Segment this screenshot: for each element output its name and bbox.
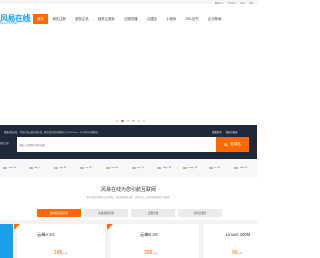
carousel-dot[interactable] <box>116 120 119 123</box>
price-suffix: .net <box>110 166 115 169</box>
price-item[interactable]: .cc 49 <box>208 166 232 170</box>
product-name: 云峰B 2G <box>140 232 158 237</box>
price-suffix: .shop <box>162 166 168 169</box>
domain-icon <box>182 166 187 170</box>
price-value: 49 <box>217 166 220 169</box>
tab-cloud-server[interactable]: 云服务器 <box>131 209 175 217</box>
price-suffix: .vip <box>59 166 63 169</box>
product-cards: 云峰A 1G 188元/年 云峰B 2G 288元/年 LinuxA 300M … <box>0 220 257 258</box>
domain-icon <box>208 166 213 170</box>
price-suffix: .cn <box>85 166 89 169</box>
carousel-dot[interactable] <box>126 120 130 123</box>
product-name: 云峰A 1G <box>37 232 55 237</box>
product-name: LinuxA 300M <box>226 232 251 237</box>
price-unit: 元/年 <box>237 252 244 255</box>
price-value: 29 <box>194 166 198 169</box>
price-item[interactable]: .xyz 12 <box>131 166 155 170</box>
price-value: 12 <box>141 166 144 169</box>
price-value: 29 <box>89 166 92 169</box>
domain-icon <box>234 166 239 170</box>
price-value: 9 <box>38 166 40 169</box>
nav-item-cloud-server[interactable]: 云服务器 <box>119 14 142 24</box>
product-card[interactable]: 云峰B 2G 288元/年 <box>107 224 199 258</box>
domain-search-box <box>17 137 216 152</box>
product-price: 288元/年 <box>144 250 158 256</box>
price-item[interactable]: .vip 35 <box>54 166 77 170</box>
search-side-links: 批量查询 域名价格表 <box>212 130 238 134</box>
product-price: 188元/年 <box>54 250 68 256</box>
carousel-dots <box>116 120 146 123</box>
hot-tag <box>107 224 113 230</box>
search-button-label: 查域名 <box>230 142 241 146</box>
nav-item-domain[interactable]: 域名注册 <box>48 14 71 24</box>
price-value: 55 <box>13 166 17 169</box>
price-item[interactable]: .wang 29 <box>182 166 206 170</box>
tab-no-filing-server[interactable]: 免备案服务器 <box>84 209 128 217</box>
domain-icon <box>80 166 85 170</box>
price-suffix: .cc <box>213 166 217 169</box>
domain-icon <box>54 166 59 170</box>
main-nav: 首页 域名注册 虚拟主机 独享云虚拟 云服务器 云建站 小程序 SSL证书 企业… <box>33 14 226 24</box>
domain-search-section: 风易在线公告： 风易在线云服务器升级，购买请咨询在线客服 (QQ:9503xxx… <box>0 125 257 159</box>
domain-icon <box>3 166 7 170</box>
logo-domain: FENGYIZX.NET <box>0 21 19 25</box>
price-value: 35 <box>63 166 67 169</box>
domain-price-link[interactable]: 域名价格表 <box>226 130 238 134</box>
price-value: 69 <box>115 166 118 169</box>
section-title: 风易在线为您引航互联网 <box>100 187 156 193</box>
price-item[interactable]: .top 9 <box>28 166 52 170</box>
price-unit: 元/年 <box>152 252 158 255</box>
hero-banner <box>0 34 257 125</box>
nav-item-mini-program[interactable]: 小程序 <box>162 14 181 24</box>
promo-card[interactable] <box>0 224 13 258</box>
nav-item-mail[interactable]: 企业邮局 <box>203 14 226 24</box>
domain-icon <box>157 166 162 170</box>
carousel-dot[interactable] <box>132 120 135 123</box>
product-card[interactable]: 云峰A 1G 188元/年 <box>14 224 105 258</box>
price-value: 35 <box>244 166 248 169</box>
price-item[interactable]: .net 69 <box>105 166 129 170</box>
carousel-dot[interactable] <box>137 120 140 123</box>
search-domain-button[interactable]: 查域名 <box>216 137 249 152</box>
notice-text[interactable]: 风易在线云服务器升级，购买请咨询在线客服 (QQ:9503xxx) 【1小时内开… <box>20 132 100 134</box>
product-card[interactable]: LinuxA 300M 99元/年 <box>204 224 257 258</box>
nav-item-site-builder[interactable]: 云建站 <box>142 14 161 24</box>
hot-tag <box>14 224 20 230</box>
site-logo[interactable]: 风易在线 FENGYIZX.NET <box>0 13 31 25</box>
price-suffix: .com <box>8 166 13 169</box>
price-suffix: .xyz <box>136 166 141 169</box>
domain-icon <box>105 166 110 170</box>
batch-query-link[interactable]: 批量查询 <box>212 130 222 134</box>
domain-icon <box>28 166 33 170</box>
tab-ddos-cloud[interactable]: 高防云服务 <box>178 209 222 217</box>
price-item[interactable]: .shop 39 <box>157 166 180 170</box>
price-unit: 元/年 <box>62 252 68 255</box>
price-item[interactable]: .cn 29 <box>80 166 103 170</box>
price-suffix: .club <box>239 166 244 169</box>
product-tabs: 国内精选服务器 免备案服务器 云服务器 高防云服务 <box>37 209 222 217</box>
nav-item-hosting[interactable]: 虚拟主机 <box>71 14 94 24</box>
tab-domestic-server[interactable]: 国内精选服务器 <box>37 209 81 217</box>
nav-item-ssl[interactable]: SSL证书 <box>181 14 203 24</box>
price-suffix: .top <box>33 166 38 169</box>
price-value: 39 <box>168 166 172 169</box>
notice-label: 风易在线公告： <box>4 132 20 134</box>
carousel-dot-active[interactable] <box>121 120 124 123</box>
domain-price-row: .com 55 .top 9 .vip 35 .cn 29 .net 69 .xyz 12 … <box>0 159 257 177</box>
nav-item-dedicated-vhost[interactable]: 独享云虚拟 <box>93 14 119 24</box>
notice-bar: 风易在线公告： 风易在线云服务器升级，购买请咨询在线客服 (QQ:9503xxx… <box>4 130 99 134</box>
price-suffix: .wang <box>187 166 194 169</box>
domain-icon <box>131 166 136 170</box>
price-item[interactable]: .club 35 <box>234 166 257 170</box>
nav-item-home[interactable]: 首页 <box>33 14 48 24</box>
carousel-dot[interactable] <box>142 120 146 123</box>
section-subtitle: 四川风易在线旗下官方网站，为您提供域名注册、虚拟主机、云服务器等优质产品服务 <box>86 197 171 199</box>
site-header: 风易在线 FENGYIZX.NET 首页 域名注册 虚拟主机 独享云虚拟 云服务… <box>0 4 257 34</box>
search-icon <box>224 142 228 147</box>
domain-search-input[interactable] <box>19 141 209 149</box>
product-price: 99元/年 <box>232 250 243 256</box>
price-item[interactable]: .com 55 <box>3 166 26 170</box>
domain-label: 域名注册 <box>0 143 9 145</box>
